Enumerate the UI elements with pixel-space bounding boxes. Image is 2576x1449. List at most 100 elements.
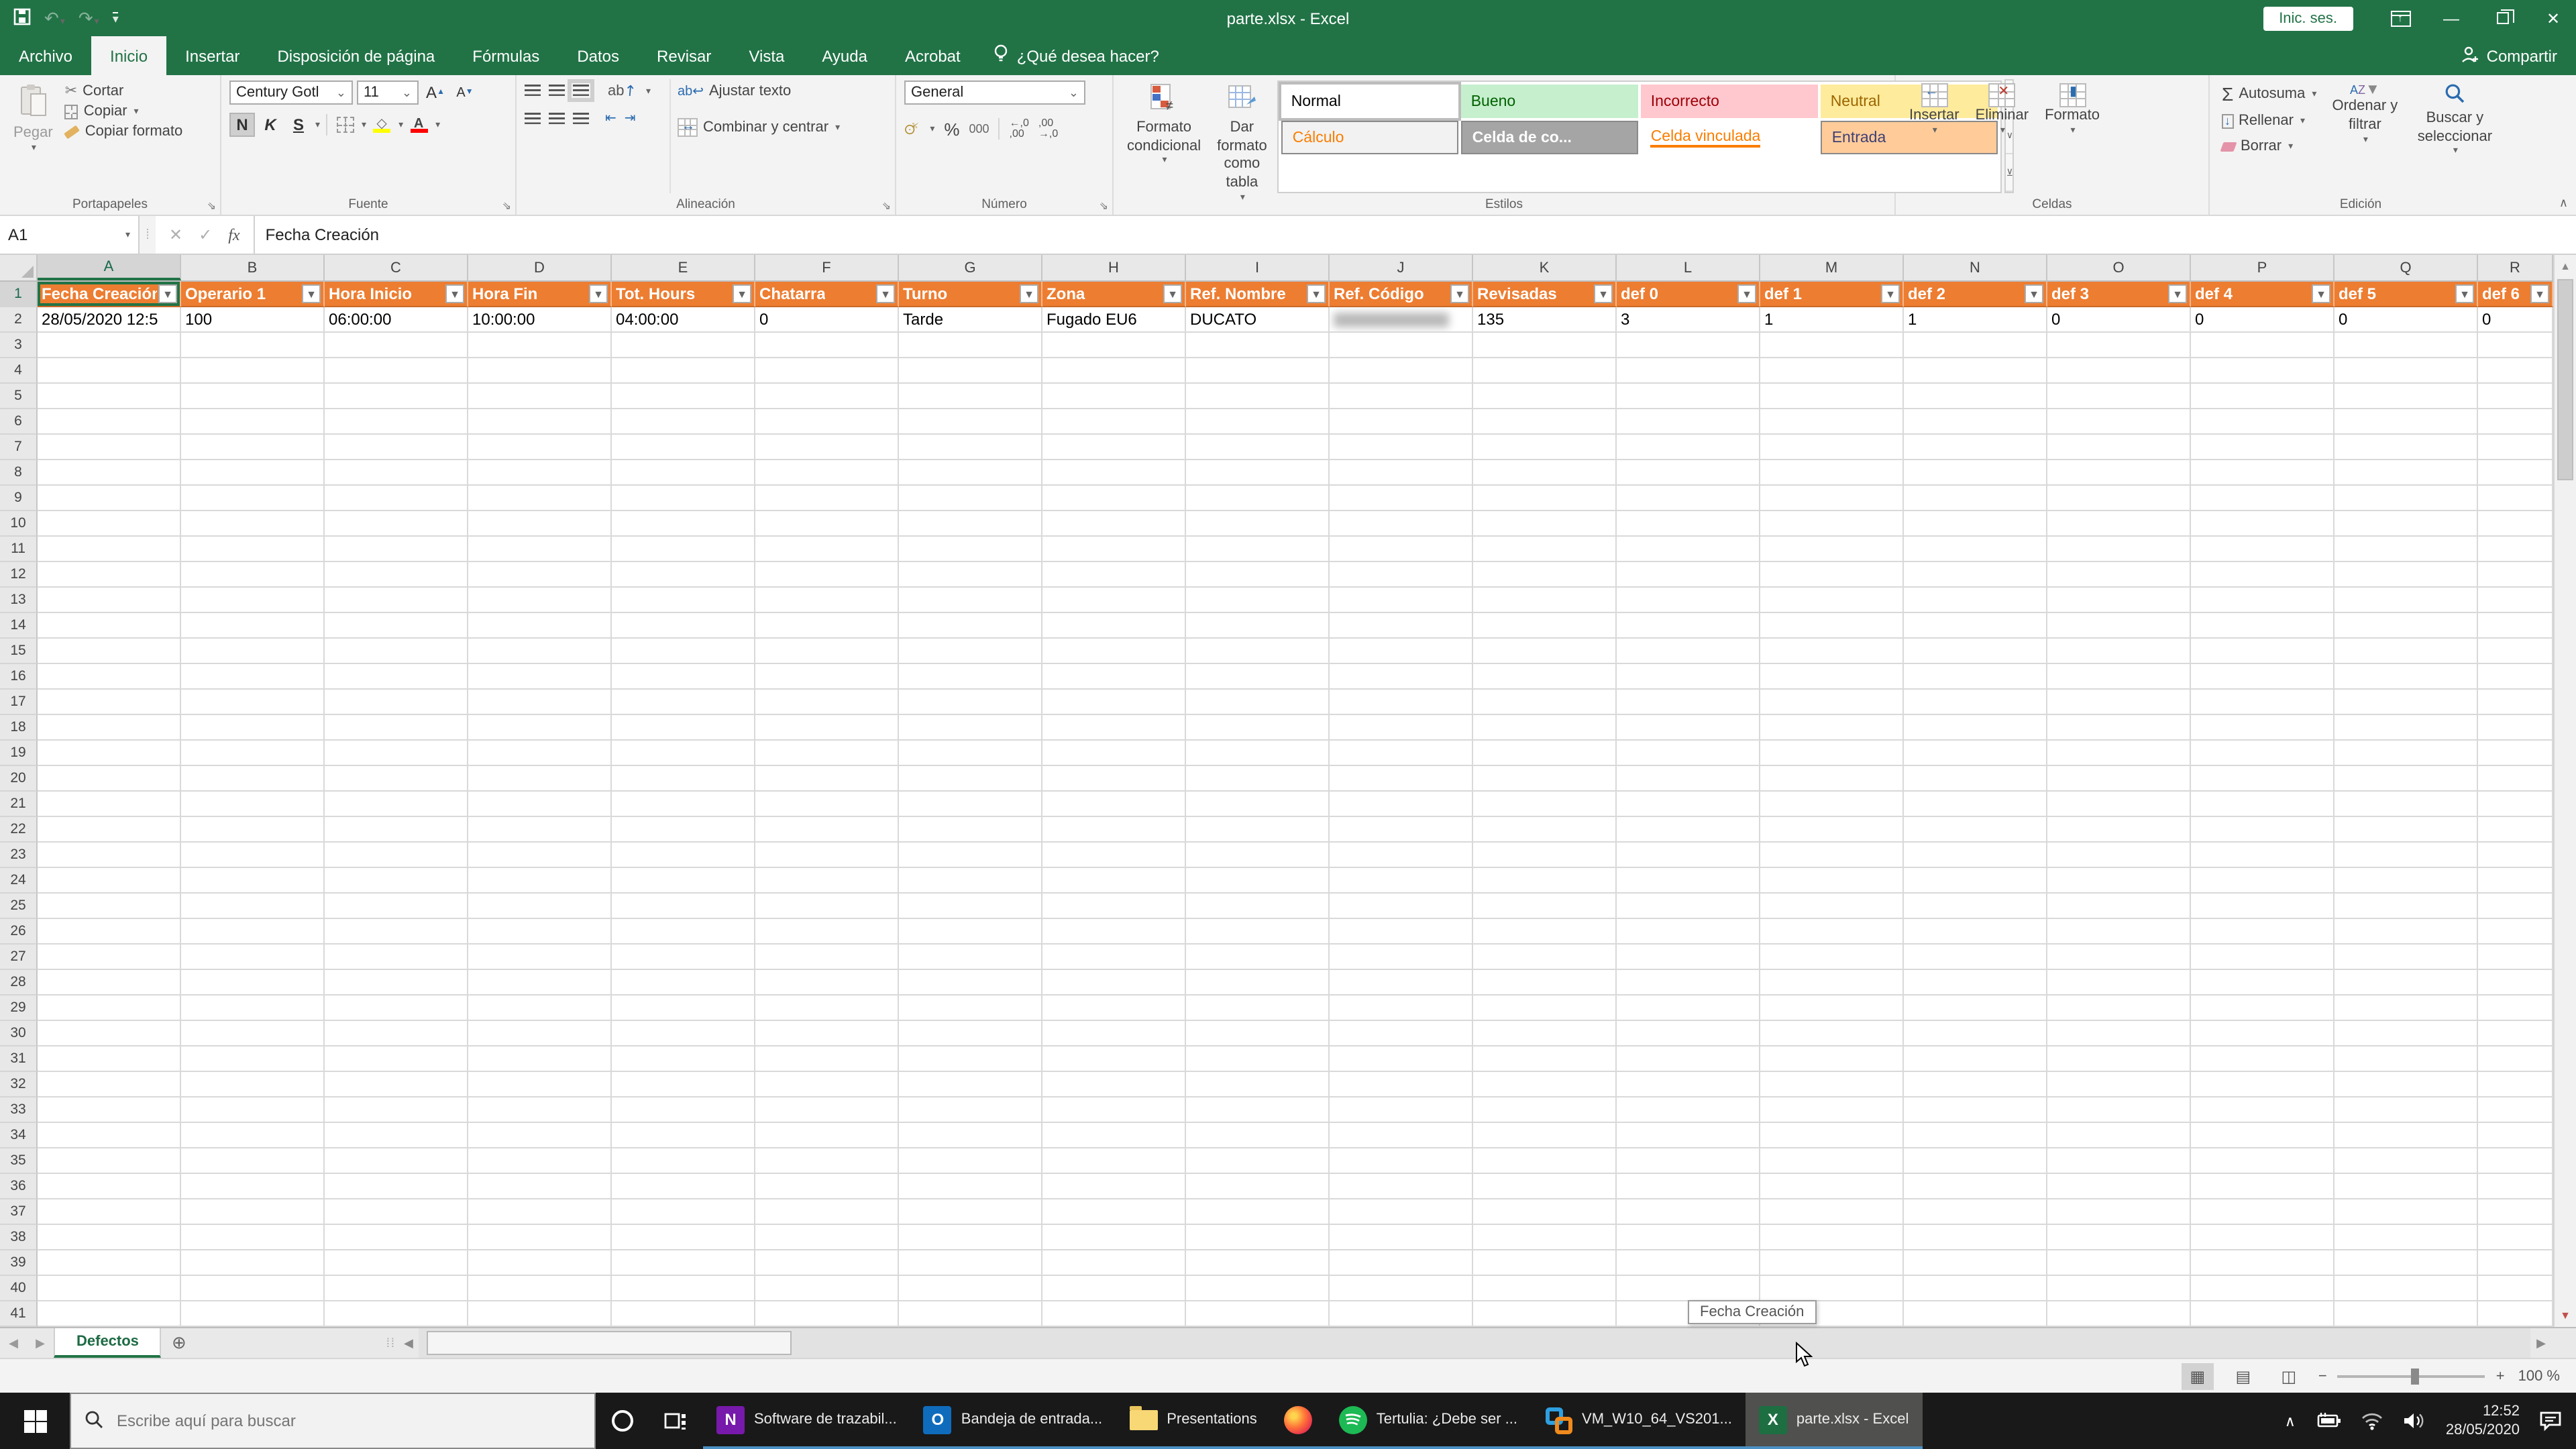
cell-L9[interactable] <box>1617 486 1760 511</box>
cell-H14[interactable] <box>1042 613 1186 639</box>
cell-C24[interactable] <box>325 868 468 894</box>
cell-Q11[interactable] <box>2334 537 2478 562</box>
cell-L10[interactable] <box>1617 511 1760 537</box>
cell-O33[interactable] <box>2047 1097 2191 1123</box>
cell-A32[interactable] <box>38 1072 181 1097</box>
taskbar-app-spotify[interactable]: Tertulia: ¿Debe ser ... <box>1325 1393 1532 1449</box>
cell-I28[interactable] <box>1186 970 1330 996</box>
cell-D19[interactable] <box>468 741 612 766</box>
cell-M8[interactable] <box>1760 460 1904 486</box>
cell-O12[interactable] <box>2047 562 2191 588</box>
cell-B33[interactable] <box>181 1097 325 1123</box>
cell-G2[interactable]: Tarde <box>899 307 1042 333</box>
sort-filter-button[interactable]: AZ▼ Ordenar y filtrar ▾ <box>2323 79 2406 193</box>
align-right-icon[interactable] <box>573 113 589 125</box>
cell-J18[interactable] <box>1330 715 1473 741</box>
cell-J10[interactable] <box>1330 511 1473 537</box>
cell-P36[interactable] <box>2191 1174 2334 1199</box>
cell-G21[interactable] <box>899 792 1042 817</box>
cell-O2[interactable]: 0 <box>2047 307 2191 333</box>
cell-E10[interactable] <box>612 511 755 537</box>
cell-P3[interactable] <box>2191 333 2334 358</box>
cell-H20[interactable] <box>1042 766 1186 792</box>
cell-F40[interactable] <box>755 1276 899 1301</box>
cell-J27[interactable] <box>1330 945 1473 970</box>
cell-O7[interactable] <box>2047 435 2191 460</box>
cell-P1[interactable]: def 4 ▼ <box>2191 282 2334 307</box>
cell-O25[interactable] <box>2047 894 2191 919</box>
cell-I3[interactable] <box>1186 333 1330 358</box>
cell-R10[interactable] <box>2478 511 2553 537</box>
column-header-C[interactable]: C <box>325 255 468 280</box>
cell-D31[interactable] <box>468 1046 612 1072</box>
tray-chevron-icon[interactable]: ∧ <box>2285 1412 2296 1430</box>
cell-R39[interactable] <box>2478 1250 2553 1276</box>
cell-N17[interactable] <box>1904 690 2047 715</box>
cell-M6[interactable] <box>1760 409 1904 435</box>
cell-J4[interactable] <box>1330 358 1473 384</box>
cell-G6[interactable] <box>899 409 1042 435</box>
cell-K22[interactable] <box>1473 817 1617 843</box>
cell-R24[interactable] <box>2478 868 2553 894</box>
cell-I32[interactable] <box>1186 1072 1330 1097</box>
cell-O20[interactable] <box>2047 766 2191 792</box>
cell-E14[interactable] <box>612 613 755 639</box>
cell-F28[interactable] <box>755 970 899 996</box>
cell-Q26[interactable] <box>2334 919 2478 945</box>
cell-P41[interactable] <box>2191 1301 2334 1327</box>
cell-L30[interactable] <box>1617 1021 1760 1046</box>
cell-P39[interactable] <box>2191 1250 2334 1276</box>
cell-G31[interactable] <box>899 1046 1042 1072</box>
cell-N40[interactable] <box>1904 1276 2047 1301</box>
cell-N29[interactable] <box>1904 996 2047 1021</box>
cell-K34[interactable] <box>1473 1123 1617 1148</box>
cell-R38[interactable] <box>2478 1225 2553 1250</box>
sign-in-button[interactable]: Inic. ses. <box>2263 6 2353 30</box>
cell-C9[interactable] <box>325 486 468 511</box>
cell-K32[interactable] <box>1473 1072 1617 1097</box>
cell-J9[interactable] <box>1330 486 1473 511</box>
cell-H9[interactable] <box>1042 486 1186 511</box>
collapse-ribbon-icon[interactable]: ∧ <box>2559 196 2568 211</box>
cell-E13[interactable] <box>612 588 755 613</box>
close-button[interactable]: ✕ <box>2530 0 2576 36</box>
cell-M32[interactable] <box>1760 1072 1904 1097</box>
cell-K14[interactable] <box>1473 613 1617 639</box>
cell-O29[interactable] <box>2047 996 2191 1021</box>
cell-J37[interactable] <box>1330 1199 1473 1225</box>
decrease-decimal-icon[interactable]: ,00 →,0 <box>1038 117 1058 140</box>
cell-J15[interactable] <box>1330 639 1473 664</box>
cell-M37[interactable] <box>1760 1199 1904 1225</box>
cell-H30[interactable] <box>1042 1021 1186 1046</box>
cell-O19[interactable] <box>2047 741 2191 766</box>
row-header-40[interactable]: 40 <box>0 1276 38 1301</box>
cell-B24[interactable] <box>181 868 325 894</box>
cell-G20[interactable] <box>899 766 1042 792</box>
cell-O16[interactable] <box>2047 664 2191 690</box>
cell-N30[interactable] <box>1904 1021 2047 1046</box>
cell-L27[interactable] <box>1617 945 1760 970</box>
align-middle-icon[interactable] <box>549 85 565 97</box>
cell-P16[interactable] <box>2191 664 2334 690</box>
cell-Q29[interactable] <box>2334 996 2478 1021</box>
cell-L21[interactable] <box>1617 792 1760 817</box>
column-header-K[interactable]: K <box>1473 255 1617 280</box>
cell-M19[interactable] <box>1760 741 1904 766</box>
cell-H26[interactable] <box>1042 919 1186 945</box>
cell-F14[interactable] <box>755 613 899 639</box>
ribbon-tab-vista[interactable]: Vista <box>730 36 803 75</box>
cell-E12[interactable] <box>612 562 755 588</box>
cell-I26[interactable] <box>1186 919 1330 945</box>
font-name-combo[interactable]: Century Gotl ⌄ <box>229 80 353 105</box>
cell-O10[interactable] <box>2047 511 2191 537</box>
cell-F27[interactable] <box>755 945 899 970</box>
cell-R23[interactable] <box>2478 843 2553 868</box>
increase-decimal-icon[interactable]: ←,0,00 <box>1010 117 1029 140</box>
cell-M12[interactable] <box>1760 562 1904 588</box>
cell-E31[interactable] <box>612 1046 755 1072</box>
filter-dropdown-icon-B[interactable]: ▼ <box>302 284 321 303</box>
cell-K7[interactable] <box>1473 435 1617 460</box>
cell-I4[interactable] <box>1186 358 1330 384</box>
row-header-3[interactable]: 3 <box>0 333 38 358</box>
cell-P17[interactable] <box>2191 690 2334 715</box>
